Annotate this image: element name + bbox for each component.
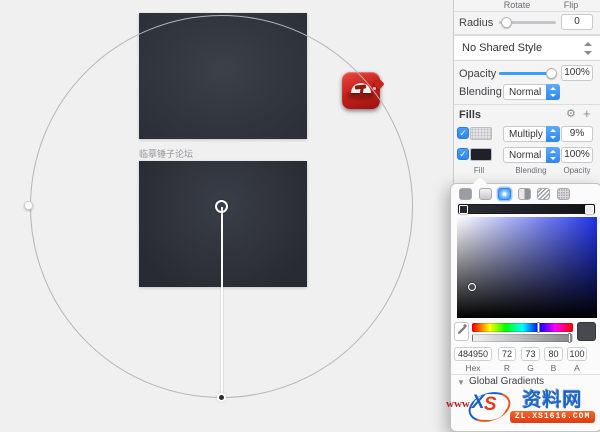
alpha-slider-marker[interactable] (568, 333, 571, 343)
flip-button-label[interactable]: Flip (551, 0, 591, 10)
watermark-site-name: 资料网 (523, 392, 583, 410)
disclosure-triangle-icon[interactable]: ▼ (457, 378, 465, 387)
divider (454, 104, 600, 105)
logo-letter-s: S (484, 394, 497, 416)
blue-field-label: B (544, 363, 563, 373)
fills-section-title: Fills (459, 109, 481, 121)
opacity-label: Opacity (459, 68, 496, 80)
radius-slider-knob[interactable] (501, 17, 512, 28)
green-input[interactable]: 73 (521, 347, 540, 361)
alpha-input[interactable]: 100 (567, 347, 587, 361)
gradient-axis-line[interactable] (221, 207, 223, 398)
fill-type-selector (459, 188, 570, 200)
gear-icon[interactable]: ⚙ (566, 107, 576, 120)
logo-letter-x: X (472, 392, 485, 414)
gradient-stop-start[interactable] (459, 205, 468, 214)
global-gradients-header[interactable]: Global Gradients (469, 376, 544, 387)
gradient-width-handle[interactable] (24, 201, 33, 210)
fill-type-radial-gradient-button[interactable] (498, 188, 511, 200)
blending-column-label: Blending (511, 166, 551, 175)
watermark-logo: X S (468, 391, 512, 423)
radius-label: Radius (459, 17, 493, 29)
fill-type-pattern-button[interactable] (537, 188, 550, 200)
fill-color-well[interactable] (470, 148, 492, 161)
opacity-slider-knob[interactable] (546, 68, 557, 79)
radius-value-field[interactable]: 0 (561, 14, 593, 30)
red-field-label: R (498, 363, 516, 373)
fill-column-label: Fill (464, 166, 494, 175)
blending-value: Normal (509, 86, 541, 99)
shared-style-dropdown[interactable]: No Shared Style (454, 35, 600, 61)
eyedropper-icon (455, 323, 468, 340)
opacity-slider[interactable] (499, 72, 556, 75)
opacity-value-field[interactable]: 100% (561, 65, 593, 81)
alpha-field-label: A (567, 363, 587, 373)
fill-blending-value: Normal (509, 149, 541, 162)
hex-input[interactable]: 484950 (454, 347, 492, 361)
shared-style-value: No Shared Style (462, 36, 542, 61)
fill-type-solid-button[interactable] (459, 188, 472, 200)
chevron-up-down-icon (584, 42, 592, 55)
rotate-button-label[interactable]: Rotate (492, 0, 542, 10)
fill-color-well[interactable] (470, 127, 492, 140)
eyedropper-button[interactable] (454, 322, 469, 341)
blending-label: Blending (459, 86, 502, 98)
divider (454, 11, 600, 12)
saturation-brightness-picker[interactable] (457, 217, 597, 318)
fill-type-noise-button[interactable] (557, 188, 570, 200)
gradient-stop-bar[interactable] (458, 204, 595, 214)
canvas[interactable]: 临摹锤子论坛 (0, 0, 453, 432)
green-field-label: G (521, 363, 540, 373)
current-color-swatch[interactable] (577, 322, 596, 341)
gradient-center-handle[interactable] (215, 200, 228, 213)
fill-opacity-field[interactable]: 9% (561, 126, 593, 142)
popup-stepper-icon (546, 126, 560, 142)
opacity-column-label: Opacity (557, 166, 597, 175)
gradient-end-handle[interactable] (219, 395, 224, 400)
red-input[interactable]: 72 (498, 347, 516, 361)
blue-input[interactable]: 80 (544, 347, 563, 361)
fill-type-angular-gradient-button[interactable] (518, 188, 531, 200)
radius-slider[interactable] (499, 21, 556, 24)
divider (451, 374, 600, 375)
fill-blending-value: Multiply (509, 128, 543, 141)
site-watermark: www X S 资料网 ZL.XS1616.COM (446, 387, 600, 427)
fill-blending-popup[interactable]: Multiply (503, 126, 560, 142)
popover-arrow (473, 177, 487, 184)
blending-popup[interactable]: Normal (503, 84, 560, 100)
color-picker-cursor[interactable] (468, 283, 476, 291)
fill-type-linear-gradient-button[interactable] (479, 188, 492, 200)
fill-enabled-checkbox[interactable]: ✓ (457, 127, 469, 139)
watermark-www-text: www (446, 398, 470, 410)
popup-stepper-icon (546, 84, 560, 100)
hex-field-label: Hex (454, 363, 492, 373)
fill-blending-popup[interactable]: Normal (503, 147, 560, 163)
hue-slider[interactable] (472, 323, 573, 332)
watermark-site-url: ZL.XS1616.COM (510, 411, 595, 423)
fill-opacity-field[interactable]: 100% (561, 147, 593, 163)
popup-stepper-icon (546, 147, 560, 163)
gradient-stop-end[interactable] (585, 205, 594, 214)
hue-slider-marker[interactable] (537, 322, 540, 333)
alpha-slider[interactable] (472, 334, 573, 342)
add-fill-button[interactable]: + (583, 106, 591, 121)
fill-enabled-checkbox[interactable]: ✓ (457, 148, 469, 160)
opacity-slider-fill (499, 72, 551, 75)
